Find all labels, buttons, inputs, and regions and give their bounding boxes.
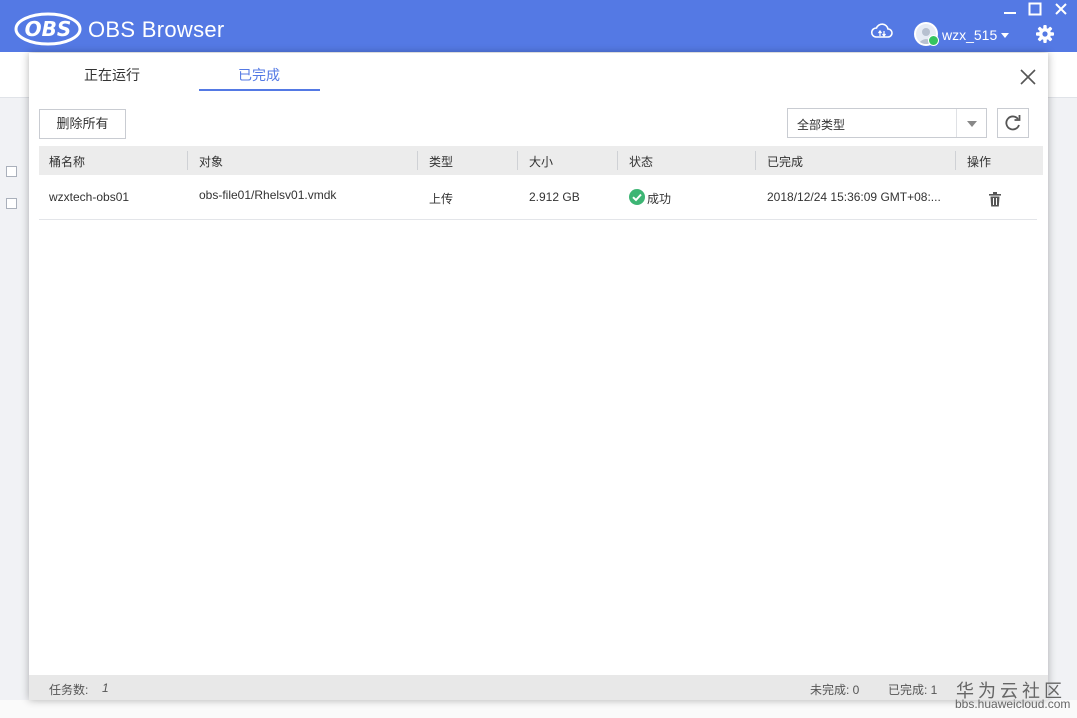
column-divider[interactable]	[187, 151, 188, 170]
type-filter-value: 全部类型	[797, 118, 846, 132]
completed-time-cell: 2018/12/24 15:36:09 GMT+08:...	[767, 190, 941, 204]
background-panel-right	[1048, 98, 1077, 718]
table-header: 桶名称 对象 类型 大小 状态 已完成 操作	[39, 146, 1043, 175]
type-cell: 上传	[429, 192, 454, 206]
type-filter-select[interactable]: 全部类型	[787, 108, 987, 138]
chevron-down-icon[interactable]	[1001, 33, 1009, 38]
column-header-completed: 已完成	[767, 155, 804, 169]
column-divider[interactable]	[617, 151, 618, 170]
dropdown-arrow-icon	[967, 121, 977, 127]
column-divider[interactable]	[417, 151, 418, 170]
object-cell: obs-file01/Rhelsv01.vmdk	[199, 188, 337, 202]
column-divider[interactable]	[955, 151, 956, 170]
column-header-object: 对象	[199, 155, 224, 169]
delete-all-button[interactable]: 删除所有	[39, 109, 126, 139]
tab-running[interactable]: 正在运行	[84, 65, 140, 85]
app-title: OBS Browser	[88, 17, 225, 42]
column-header-bucket: 桶名称	[49, 155, 86, 169]
column-header-status: 状态	[629, 155, 654, 169]
type-filter-dropdown[interactable]	[956, 109, 986, 137]
online-check-icon	[928, 35, 939, 46]
success-check-icon	[629, 189, 645, 205]
background-bottom	[0, 700, 1077, 718]
title-bar: OBS OBS Browser wzx_515	[0, 0, 1077, 52]
incomplete-count: 未完成: 0	[810, 683, 860, 697]
close-icon[interactable]	[1018, 67, 1038, 87]
column-divider[interactable]	[517, 151, 518, 170]
refresh-button[interactable]	[997, 108, 1029, 138]
task-count-value: 1	[102, 681, 109, 695]
window-close-icon[interactable]	[1054, 2, 1068, 16]
column-divider[interactable]	[755, 151, 756, 170]
minimize-icon[interactable]	[1003, 2, 1017, 16]
completed-count: 已完成: 1	[888, 683, 938, 697]
logo-text: OBS	[25, 17, 72, 41]
column-header-actions: 操作	[967, 155, 992, 169]
task-manager-dialog: 正在运行 已完成 删除所有 全部类型 桶名称 对象 类型 大小 状态 已完成 操…	[29, 53, 1048, 700]
gear-icon[interactable]	[1035, 24, 1055, 44]
maximize-icon[interactable]	[1028, 2, 1042, 16]
obs-logo: OBS	[14, 12, 82, 46]
refresh-icon	[1005, 115, 1021, 131]
background-panel-left	[0, 98, 29, 718]
transfer-cloud-icon[interactable]	[870, 22, 894, 40]
watermark-url: bbs.huaweicloud.com	[955, 697, 1071, 711]
background-checkbox	[6, 166, 17, 177]
status-cell: 成功	[647, 192, 672, 206]
column-header-size: 大小	[529, 155, 554, 169]
background-checkbox	[6, 198, 17, 209]
status-bar: 任务数: 1 未完成: 0 已完成: 1	[29, 675, 1048, 700]
column-header-type: 类型	[429, 155, 454, 169]
trash-icon[interactable]	[988, 192, 1002, 207]
size-cell: 2.912 GB	[529, 190, 580, 204]
tab-completed[interactable]: 已完成	[238, 65, 280, 85]
table-row[interactable]: wzxtech-obs01 obs-file01/Rhelsv01.vmdk 上…	[39, 175, 1037, 220]
task-count-label: 任务数:	[49, 683, 89, 697]
active-tab-indicator	[199, 89, 320, 91]
username-label[interactable]: wzx_515	[942, 27, 997, 43]
bucket-cell: wzxtech-obs01	[49, 190, 130, 204]
